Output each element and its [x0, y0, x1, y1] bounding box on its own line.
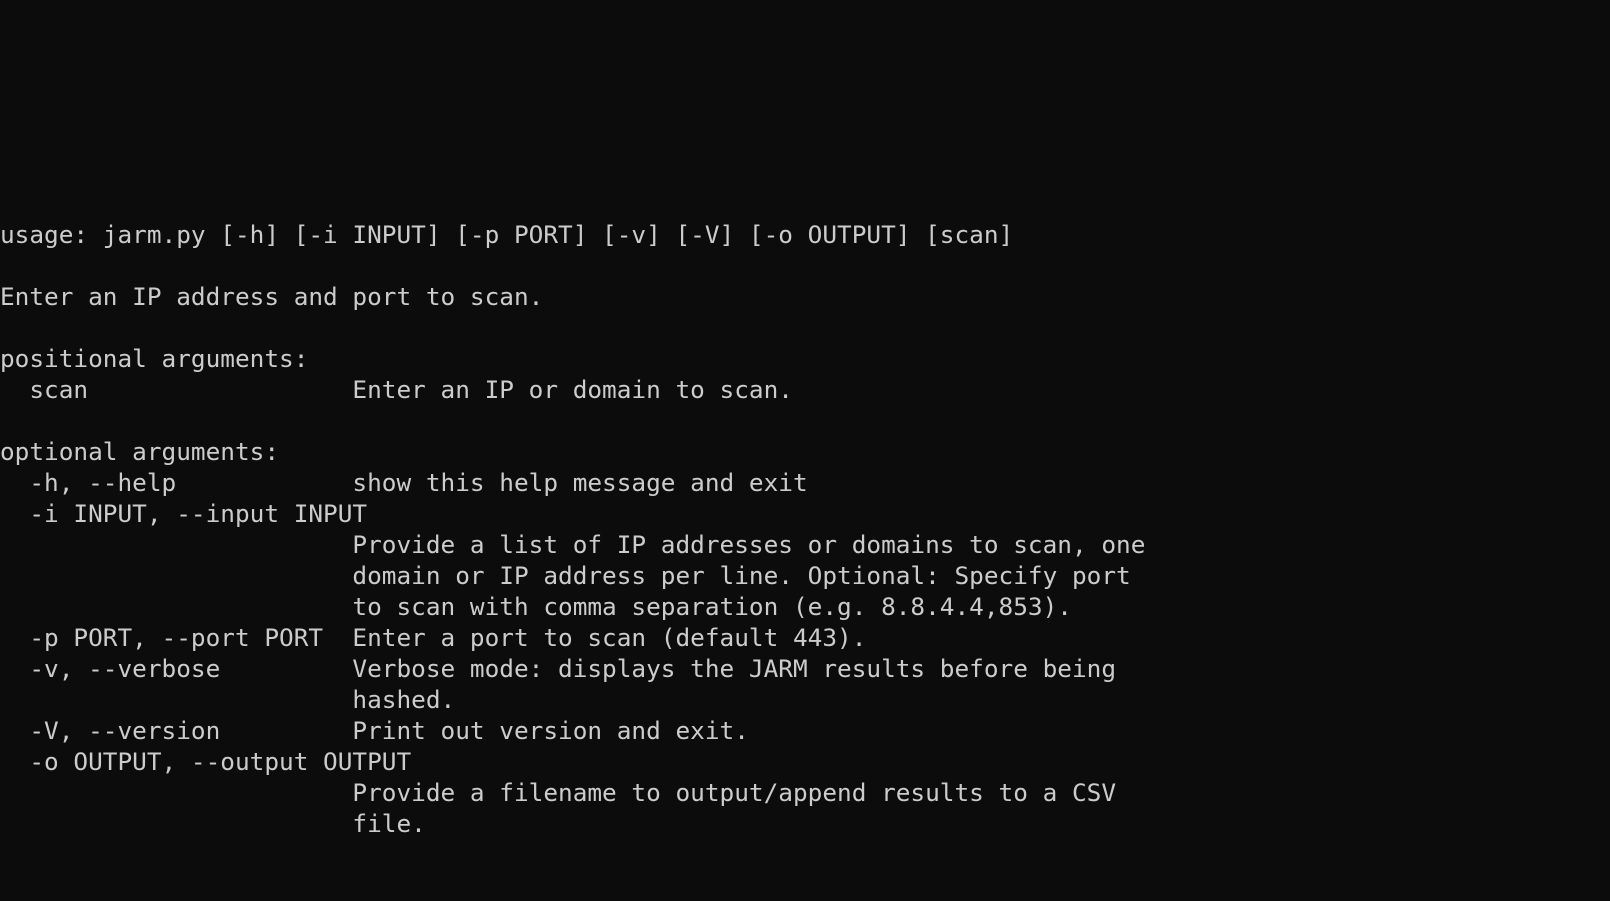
terminal-output-line: Enter an IP address and port to scan.	[0, 282, 544, 311]
terminal-output-line: -h, --help show this help message and ex…	[0, 468, 808, 497]
terminal-output-line: Provide a filename to output/append resu…	[0, 778, 1117, 807]
terminal-window[interactable]: ddos@DESKTOP-UVQDIBV:~/jarm$ python3 jar…	[0, 0, 1610, 838]
terminal-output-line: scan Enter an IP or domain to scan.	[0, 375, 793, 404]
terminal-output-line: -i INPUT, --input INPUT	[0, 499, 368, 528]
terminal-output-line: optional arguments:	[0, 437, 280, 466]
terminal-output-line: -o OUTPUT, --output OUTPUT	[0, 747, 412, 776]
terminal-output-line: usage: jarm.py [-h] [-i INPUT] [-p PORT]…	[0, 220, 1014, 249]
prompt-line: ddos@DESKTOP-UVQDIBV:~/jarm$ python3 jar…	[0, 95, 1610, 126]
terminal-output-line: file.	[0, 809, 426, 838]
terminal-output: usage: jarm.py [-h] [-i INPUT] [-p PORT]…	[0, 219, 1610, 839]
terminal-output-line: hashed.	[0, 685, 456, 714]
terminal-output-line: to scan with comma separation (e.g. 8.8.…	[0, 592, 1072, 621]
terminal-output-line: -v, --verbose Verbose mode: displays the…	[0, 654, 1117, 683]
terminal-output-line: -V, --version Print out version and exit…	[0, 716, 749, 745]
terminal-output-line: -p PORT, --port PORT Enter a port to sca…	[0, 623, 867, 652]
terminal-output-line: positional arguments:	[0, 344, 309, 373]
terminal-output-line: domain or IP address per line. Optional:…	[0, 561, 1131, 590]
terminal-output-line: Provide a list of IP addresses or domain…	[0, 530, 1146, 559]
